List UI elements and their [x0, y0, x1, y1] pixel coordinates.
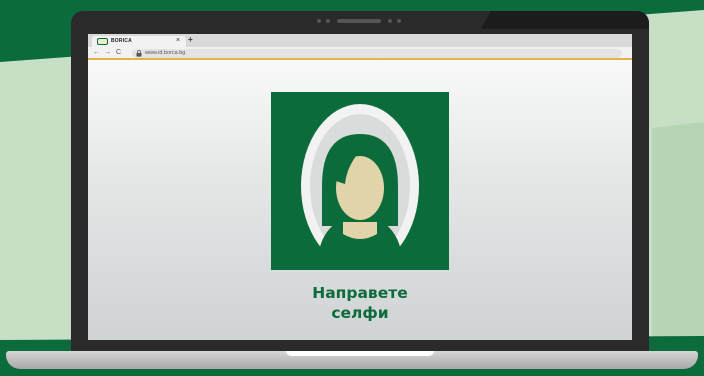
- back-button[interactable]: ←: [93, 48, 100, 58]
- borica-logo-icon: [97, 38, 108, 45]
- reload-button[interactable]: C: [116, 48, 121, 58]
- tab-title: BORICA: [111, 38, 132, 44]
- tab-close-icon[interactable]: ×: [176, 37, 180, 45]
- browser-window: BORICA × + ← → C www.id.borca.bg Направе…: [88, 34, 632, 340]
- instruction-line-2: селфи: [331, 304, 389, 322]
- url-text: www.id.borca.bg: [145, 50, 186, 56]
- instruction-line-1: Направете: [312, 284, 408, 302]
- new-tab-button[interactable]: +: [188, 36, 193, 44]
- camera-icon: [317, 19, 401, 23]
- lock-icon: [136, 50, 142, 57]
- laptop-base: [6, 351, 698, 369]
- address-bar: ← → C www.id.borca.bg: [88, 47, 632, 60]
- tab-bar: BORICA × +: [88, 34, 632, 47]
- url-field[interactable]: www.id.borca.bg: [132, 49, 622, 58]
- laptop-notch: [286, 351, 434, 356]
- forward-button[interactable]: →: [104, 48, 111, 58]
- selfie-illustration: [301, 104, 419, 270]
- tab-borica[interactable]: BORICA ×: [92, 36, 186, 47]
- selfie-portrait-icon: [271, 92, 449, 270]
- laptop-screen: BORICA × + ← → C www.id.borca.bg Направе…: [71, 11, 649, 356]
- selfie-instruction: Направете селфи: [260, 283, 460, 323]
